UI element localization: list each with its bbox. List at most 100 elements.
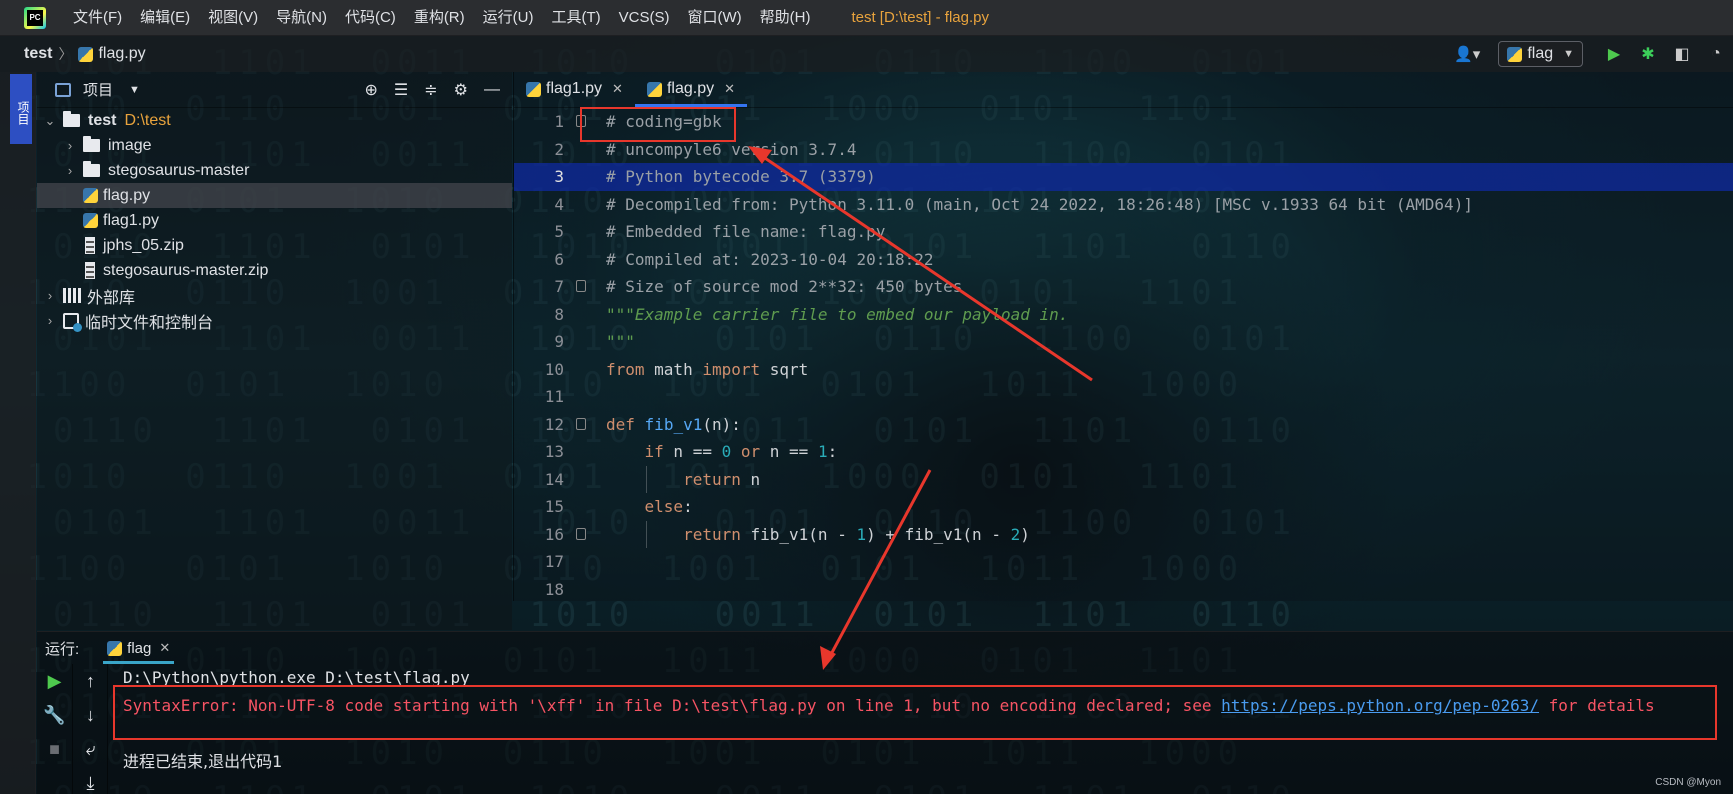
breadcrumb-separator: 〉 — [58, 46, 73, 62]
soft-wrap-icon[interactable]: ⤶ — [74, 732, 107, 766]
target-icon[interactable]: ⊕ — [365, 80, 378, 100]
tree-item-jphs-zip[interactable]: jphs_05.zip — [37, 233, 512, 258]
line-number: 10 — [544, 359, 564, 379]
gear-icon[interactable]: ⚙ — [454, 80, 468, 100]
watermark: CSDN @Myon⁠ — [1655, 777, 1721, 788]
run-tab-flag[interactable]: flag ✕ — [103, 632, 175, 664]
menu-vcs[interactable]: VCS(S) — [610, 0, 679, 36]
collapse-all-icon[interactable]: ≑ — [424, 80, 437, 100]
code-text: # Decompiled from: Python 3.11.0 (main, … — [606, 194, 1473, 214]
code-keyword: return — [683, 469, 741, 489]
debug-icon[interactable]: ✱ — [1638, 44, 1658, 64]
close-icon[interactable]: ✕ — [612, 81, 623, 97]
menu-tools[interactable]: 工具(T) — [542, 0, 609, 36]
close-icon[interactable]: ✕ — [159, 640, 170, 656]
menu-run[interactable]: 运行(U) — [474, 0, 543, 36]
expand-all-icon[interactable]: ☰ — [394, 80, 408, 100]
tree-item-flag1-py[interactable]: flag1.py — [37, 208, 512, 233]
tree-item-external-libraries[interactable]: › 外部库 — [37, 283, 512, 308]
menu-window[interactable]: 窗口(W) — [678, 0, 750, 36]
gutter — [564, 438, 606, 466]
menu-view[interactable]: 视图(V) — [199, 0, 267, 36]
menu-refactor[interactable]: 重构(R) — [405, 0, 474, 36]
code-keyword: from — [606, 359, 645, 379]
indent-guide — [646, 520, 647, 548]
project-panel-actions: ⊕ ☰ ≑ ⚙ — — [365, 80, 513, 100]
tree-item-label: jphs_05.zip — [103, 236, 184, 254]
tree-item-root[interactable]: ⌄ test D:\test — [37, 108, 512, 133]
gutter — [564, 493, 606, 521]
breadcrumb-project[interactable]: test — [24, 45, 52, 63]
line-number: 4 — [554, 194, 564, 214]
chevron-right-icon[interactable]: › — [63, 138, 77, 153]
tree-item-label: stegosaurus-master — [108, 161, 250, 179]
code-line: 6 # Compiled at: 2023-10-04 20:18:22 — [514, 246, 1733, 274]
python-file-icon — [526, 81, 541, 97]
code-text: ) — [1020, 524, 1030, 544]
code-number: 0 — [721, 442, 732, 461]
code-text: : — [827, 442, 838, 461]
search-icon[interactable]: ◔ — [1706, 44, 1726, 64]
fold-icon[interactable] — [576, 280, 586, 292]
menu-edit[interactable]: 编辑(E) — [131, 0, 199, 36]
menu-help[interactable]: 帮助(H) — [751, 0, 820, 36]
breadcrumb-file[interactable]: flag.py — [98, 45, 145, 63]
project-view-icon — [55, 82, 71, 97]
run-toolbar-left: ▶ 🔧 ■ — [37, 664, 73, 794]
menu-navigate[interactable]: 导航(N) — [267, 0, 336, 36]
chevron-down-icon[interactable]: ▼ — [129, 84, 140, 96]
python-file-icon — [646, 81, 662, 97]
gutter — [564, 246, 606, 274]
down-arrow-icon[interactable]: ↓ — [74, 698, 107, 732]
project-tool-tab[interactable]: 项目 — [10, 74, 32, 144]
chevron-right-icon[interactable]: › — [43, 288, 57, 303]
chevron-down-icon[interactable]: ⌄ — [43, 113, 57, 129]
minimize-icon[interactable]: — — [484, 81, 500, 99]
python-file-icon — [83, 188, 98, 203]
chevron-right-icon[interactable]: › — [43, 313, 57, 328]
menu-file[interactable]: 文件(F) — [64, 0, 131, 36]
tree-item-flag-py[interactable]: flag.py — [37, 183, 512, 208]
line-number: 6 — [554, 249, 564, 269]
app-logo-icon[interactable] — [24, 6, 46, 29]
up-arrow-icon[interactable]: ↑ — [74, 664, 107, 698]
folder-icon — [63, 111, 80, 127]
run-icon[interactable]: ▶ — [1604, 44, 1624, 64]
chevron-down-icon: ▼ — [1563, 48, 1574, 60]
tab-flag-py[interactable]: flag.py ✕ — [634, 71, 748, 107]
stop-icon[interactable]: ■ — [37, 732, 72, 766]
tree-item-stegosaurus-zip[interactable]: stegosaurus-master.zip — [37, 258, 512, 283]
code-text: (n): — [702, 414, 741, 434]
menu-code[interactable]: 代码(C) — [336, 0, 405, 36]
user-icon[interactable]: 👤▾ — [1454, 45, 1480, 63]
code-keyword: else — [644, 497, 684, 516]
run-config-selector[interactable]: flag ▼ — [1498, 41, 1583, 67]
code-keyword: import — [702, 359, 761, 379]
line-number: 3 — [554, 167, 564, 186]
line-number: 14 — [544, 469, 564, 489]
code-area[interactable]: 1 # coding=gbk 2 # uncompyle6 version 3.… — [514, 108, 1733, 603]
code-number: 1 — [856, 524, 867, 544]
gutter — [564, 218, 606, 246]
tree-item-image[interactable]: › image — [37, 133, 512, 158]
code-line: 13 if n == 0 or n == 1: — [514, 438, 1733, 466]
wrench-icon[interactable]: 🔧 — [37, 698, 72, 732]
left-tool-stripe: 项目 — [0, 72, 36, 794]
chevron-right-icon[interactable]: › — [63, 163, 77, 178]
tree-item-stegosaurus-master[interactable]: › stegosaurus-master — [37, 158, 512, 183]
code-text: # Size of source mod 2**32: 450 bytes — [606, 277, 963, 296]
tree-item-path: D:\test — [124, 111, 171, 129]
fold-icon[interactable] — [576, 527, 586, 540]
code-text: """ — [606, 332, 635, 351]
editor: flag1.py ✕ flag.py ✕ 1 # coding=gbk 2 # … — [513, 72, 1733, 601]
run-toolbar-right: ↑ ↓ ⤶ ⤓ — [74, 664, 108, 794]
close-icon[interactable]: ✕ — [724, 81, 735, 97]
coverage-icon[interactable]: ◧ — [1672, 44, 1692, 64]
rerun-icon[interactable]: ▶ — [37, 664, 72, 698]
tree-item-scratches[interactable]: › 临时文件和控制台 — [37, 308, 512, 333]
zip-icon — [85, 237, 95, 254]
project-panel-title[interactable]: 项目 — [83, 79, 113, 100]
scroll-end-icon[interactable]: ⤓ — [74, 766, 107, 794]
tab-flag1-py[interactable]: flag1.py ✕ — [514, 71, 635, 107]
fold-icon[interactable] — [576, 417, 586, 430]
